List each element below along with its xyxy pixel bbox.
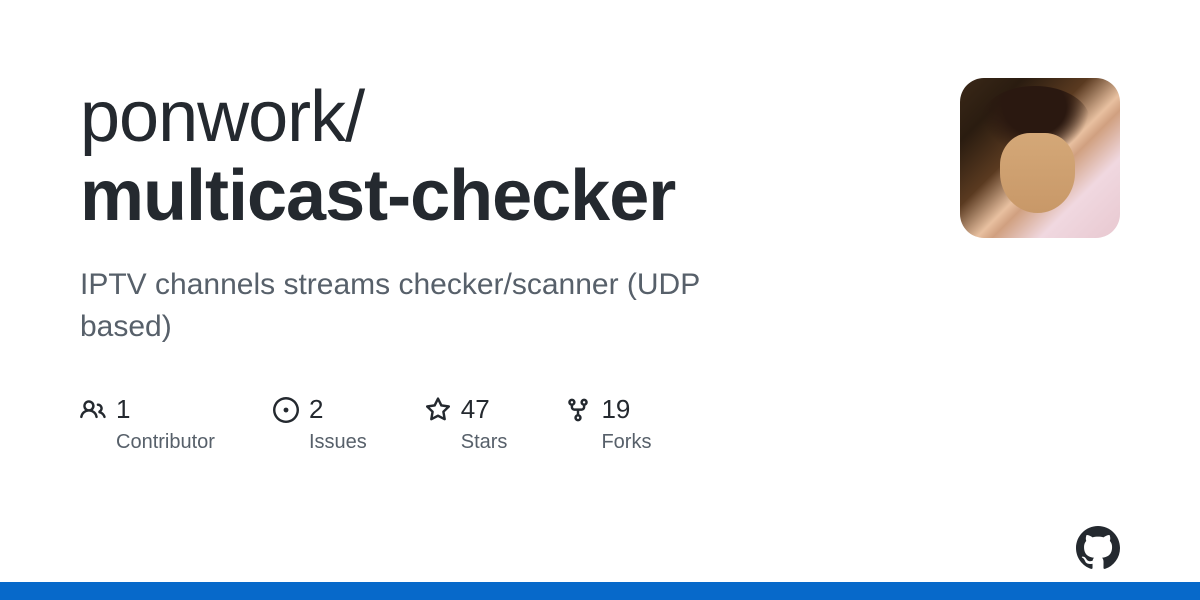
contributors-label: Contributor xyxy=(116,431,215,454)
issues-count: 2 xyxy=(309,394,323,425)
forks-count: 19 xyxy=(601,394,630,425)
stars-count: 47 xyxy=(461,394,490,425)
github-logo-icon[interactable] xyxy=(1076,526,1120,570)
contributors-count: 1 xyxy=(116,394,130,425)
stats-row: 1 Contributor 2 Issues 47 xyxy=(80,394,900,454)
stars-label: Stars xyxy=(461,431,508,454)
repo-owner[interactable]: ponwork xyxy=(80,77,345,157)
stat-forks[interactable]: 19 Forks xyxy=(565,394,651,454)
star-icon xyxy=(425,397,451,423)
repo-description: IPTV channels streams checker/scanner (U… xyxy=(80,264,780,348)
repo-name[interactable]: multicast-checker xyxy=(80,156,675,236)
stat-issues[interactable]: 2 Issues xyxy=(273,394,367,454)
people-icon xyxy=(80,397,106,423)
avatar[interactable] xyxy=(960,78,1120,238)
forks-label: Forks xyxy=(601,431,651,454)
fork-icon xyxy=(565,397,591,423)
stat-contributors[interactable]: 1 Contributor xyxy=(80,394,215,454)
repo-title: ponwork/ multicast-checker xyxy=(80,78,900,236)
bottom-accent-bar xyxy=(0,582,1200,600)
issue-icon xyxy=(273,397,299,423)
stat-stars[interactable]: 47 Stars xyxy=(425,394,508,454)
issues-label: Issues xyxy=(309,431,367,454)
